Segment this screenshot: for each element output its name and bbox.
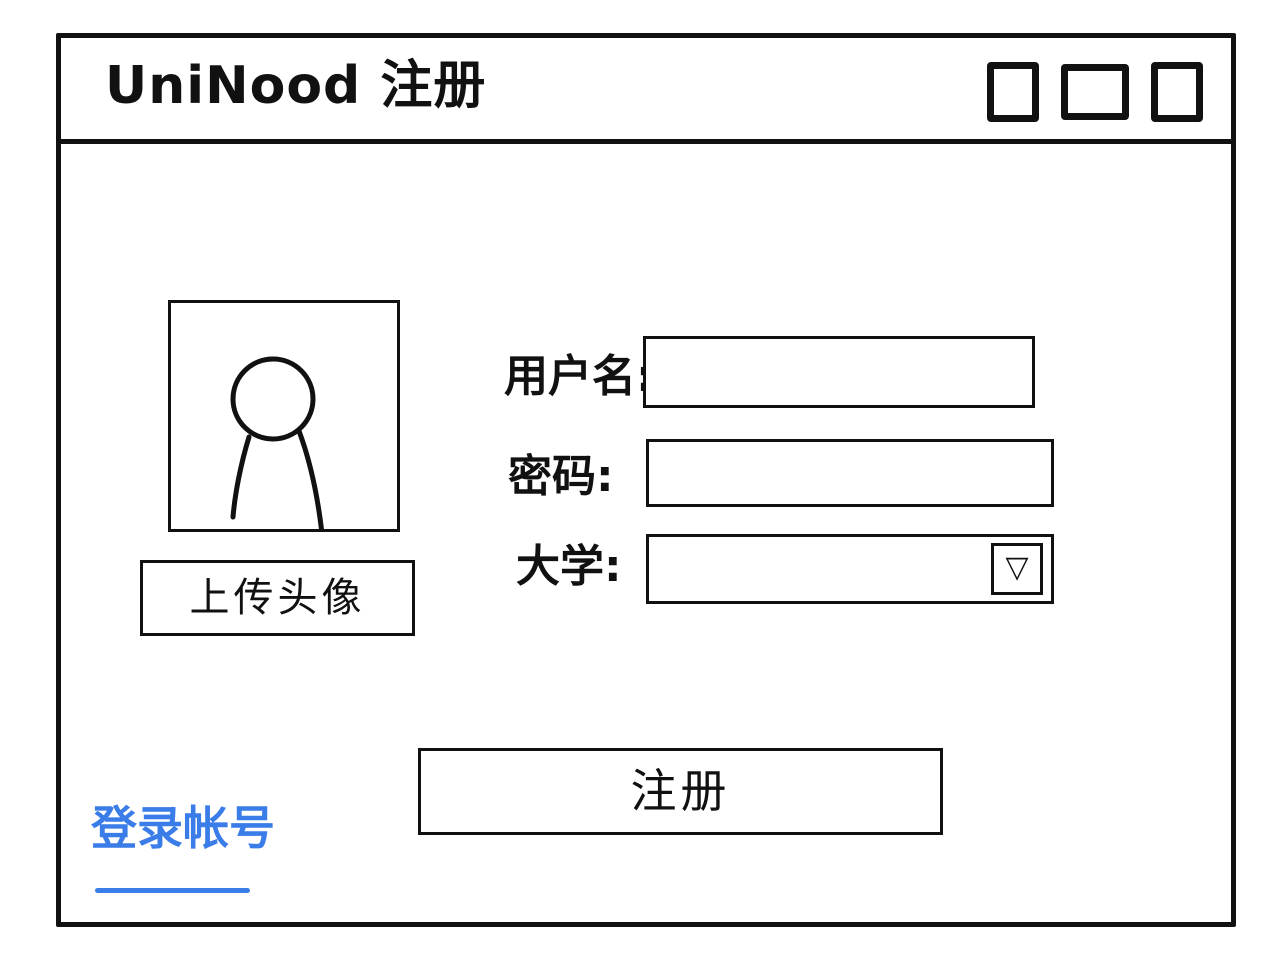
minimize-button[interactable] (987, 62, 1039, 122)
register-window: UniNood 注册 上传头像 用户名: 密码: 大学: ▽ 注册 登录帐号 (56, 33, 1236, 927)
register-button[interactable]: 注册 (418, 748, 943, 835)
title-bar: UniNood 注册 (61, 38, 1231, 144)
password-label: 密码: (508, 451, 614, 502)
maximize-button[interactable] (1061, 64, 1129, 120)
close-button[interactable] (1151, 62, 1203, 122)
login-link-underline (95, 888, 250, 893)
university-select[interactable]: ▽ (646, 534, 1054, 604)
avatar-preview (168, 300, 400, 532)
window-title: UniNood 注册 (105, 56, 487, 116)
person-silhouette-icon (230, 356, 324, 529)
university-label: 大学: (516, 541, 622, 592)
upload-avatar-button[interactable]: 上传头像 (140, 560, 415, 636)
window-controls (987, 62, 1203, 122)
dropdown-arrow-icon[interactable]: ▽ (991, 543, 1043, 595)
login-account-link[interactable]: 登录帐号 (91, 798, 275, 858)
password-field[interactable] (646, 439, 1054, 507)
username-field[interactable] (643, 336, 1035, 408)
username-label: 用户名: (504, 351, 654, 402)
